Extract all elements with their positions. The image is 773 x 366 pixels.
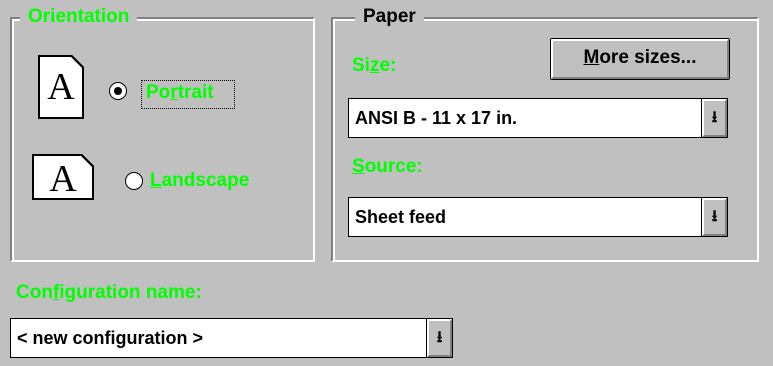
orientation-group: [10, 17, 315, 262]
configuration-name-value: < new configuration >: [17, 328, 204, 348]
landscape-radio[interactable]: [125, 172, 143, 190]
dropdown-arrow-icon: ⭳: [436, 327, 443, 346]
paper-source-dropdown-button[interactable]: ⭳: [701, 198, 727, 236]
more-sizes-button[interactable]: More sizes...: [550, 38, 730, 80]
landscape-label[interactable]: Landscape: [150, 170, 249, 192]
configuration-name-combo[interactable]: < new configuration > ⭳: [10, 318, 453, 358]
portrait-label[interactable]: Portrait: [146, 82, 214, 104]
page-landscape-icon: A: [32, 154, 94, 200]
size-label: Size:: [352, 55, 397, 76]
configuration-name-label: Configuration name:: [16, 282, 202, 303]
paper-size-dropdown-button[interactable]: ⭳: [701, 99, 727, 137]
source-label: Source:: [352, 156, 423, 177]
portrait-radio[interactable]: [109, 82, 127, 100]
paper-source-value: Sheet feed: [355, 207, 447, 227]
dropdown-arrow-icon: ⭳: [711, 206, 718, 225]
paper-group-title: Paper: [355, 7, 424, 27]
page-portrait-icon: A: [38, 55, 84, 119]
paper-size-value: ANSI B - 11 x 17 in.: [355, 108, 518, 128]
dropdown-arrow-icon: ⭳: [711, 107, 718, 126]
configuration-dropdown-button[interactable]: ⭳: [426, 319, 452, 357]
paper-size-combo[interactable]: ANSI B - 11 x 17 in. ⭳: [348, 98, 728, 138]
orientation-group-title: Orientation: [20, 7, 138, 27]
paper-source-combo[interactable]: Sheet feed ⭳: [348, 197, 728, 237]
